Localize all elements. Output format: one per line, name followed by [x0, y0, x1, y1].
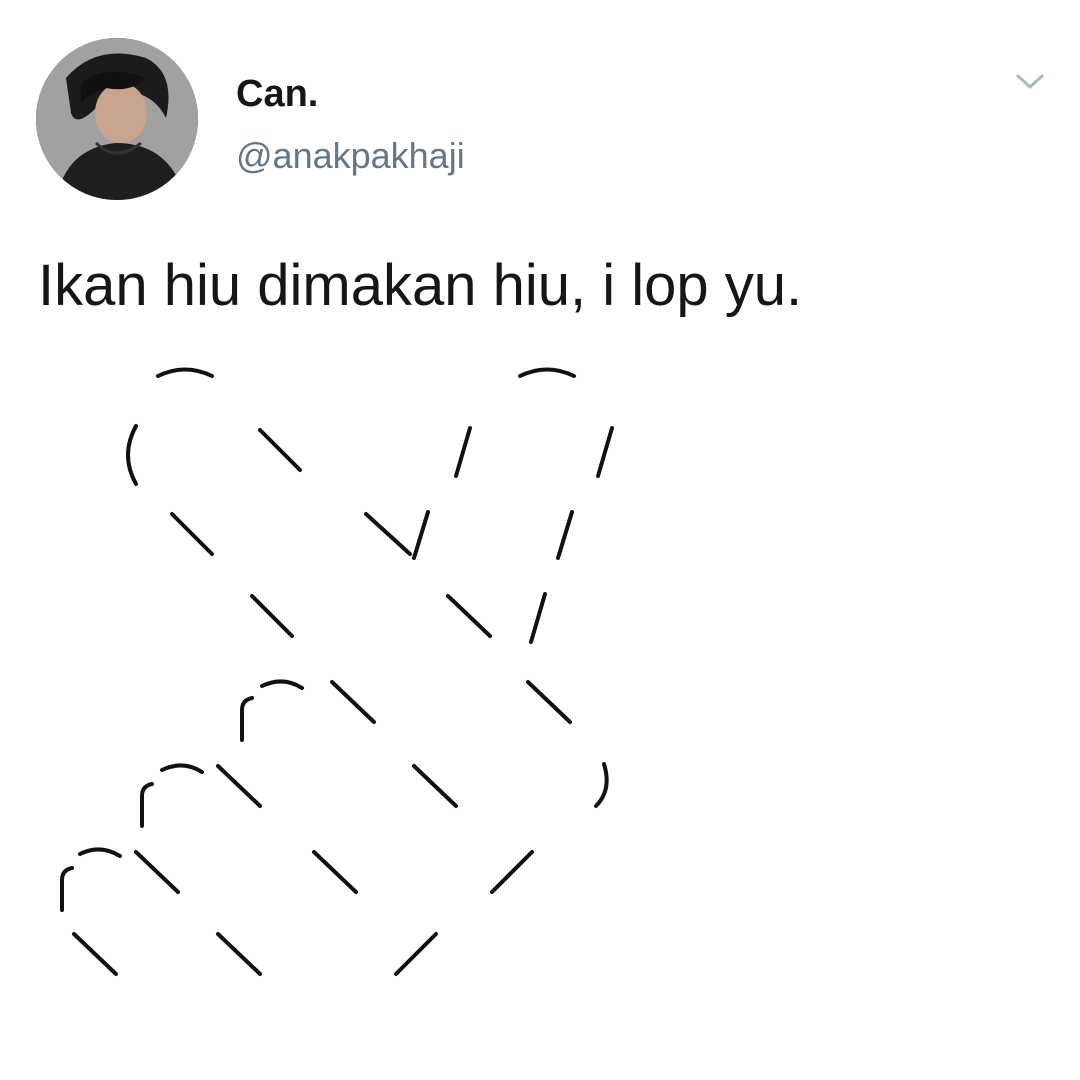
avatar[interactable]	[36, 38, 198, 200]
user-handle[interactable]: @anakpakhaji	[236, 134, 465, 178]
display-name[interactable]: Can.	[236, 72, 318, 116]
tweet-text: Ikan hiu dimakan hiu, i lop yu.	[38, 253, 803, 318]
avatar-photo	[36, 38, 198, 200]
chevron-down-icon[interactable]	[1010, 66, 1050, 96]
ascii-hearts-art	[60, 367, 614, 976]
